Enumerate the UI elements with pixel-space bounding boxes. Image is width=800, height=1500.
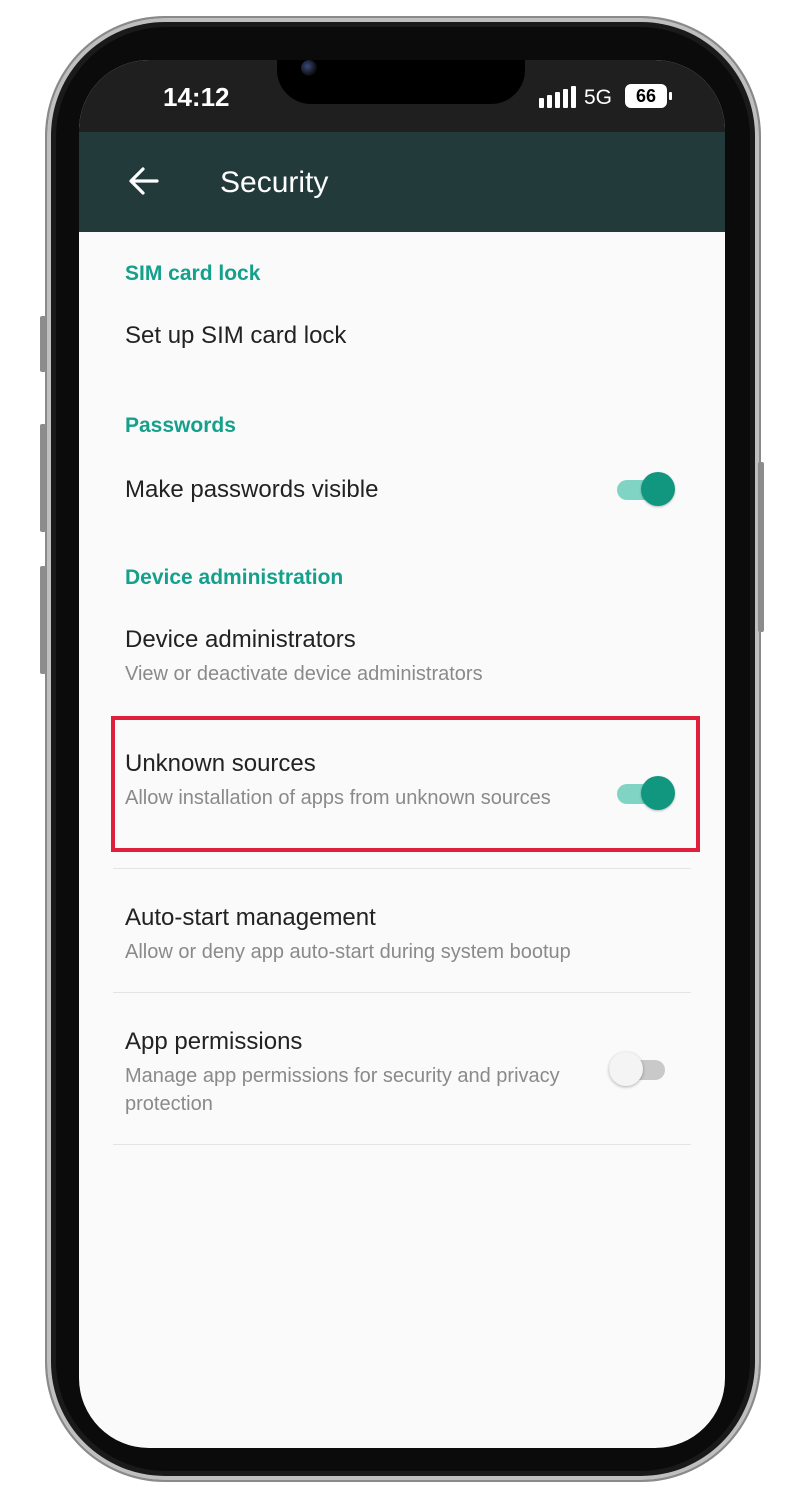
app-bar: Security: [79, 132, 725, 232]
notch: [277, 60, 525, 104]
divider: [113, 992, 691, 993]
divider: [113, 1144, 691, 1145]
setting-passwords-visible[interactable]: Make passwords visible: [79, 452, 725, 526]
highlight-box: [111, 716, 700, 852]
toggle-thumb: [609, 1052, 643, 1086]
battery-tip: [669, 92, 672, 100]
front-camera-icon: [301, 60, 317, 76]
setting-title: Make passwords visible: [125, 476, 379, 503]
battery-icon: 66: [625, 84, 667, 108]
section-header-device-administration: Device administration: [125, 566, 344, 589]
toggle-thumb: [641, 472, 675, 506]
setting-subtitle: View or deactivate device administrators: [125, 663, 483, 685]
setting-title: Set up SIM card lock: [125, 322, 347, 349]
section-header-passwords: Passwords: [125, 414, 236, 437]
setting-subtitle: Allow or deny app auto-start during syst…: [125, 941, 571, 963]
page-title: Security: [220, 166, 329, 199]
setting-sim-lock[interactable]: Set up SIM card lock: [79, 300, 725, 374]
volume-down-button: [40, 566, 46, 674]
app-permissions-toggle[interactable]: [609, 1052, 667, 1086]
volume-up-button: [40, 424, 46, 532]
mute-switch: [40, 316, 46, 372]
setting-title: Auto-start management: [125, 904, 376, 931]
status-time: 14:12: [163, 82, 230, 112]
power-button: [758, 462, 764, 632]
setting-auto-start-management[interactable]: Auto-start management Allow or deny app …: [79, 880, 725, 990]
network-type: 5G: [584, 86, 613, 109]
passwords-visible-toggle[interactable]: [617, 472, 675, 506]
section-header-sim-card-lock: SIM card lock: [125, 262, 261, 285]
status-bar: 14:12 5G 66: [79, 60, 725, 132]
signal-bars-icon: [539, 86, 576, 108]
setting-device-administrators[interactable]: Device administrators View or deactivate…: [79, 604, 725, 694]
setting-app-permissions[interactable]: App permissions Manage app permissions f…: [79, 1004, 725, 1140]
setting-title: App permissions: [125, 1028, 303, 1055]
battery-level: 66: [635, 86, 657, 106]
arrow-left-icon[interactable]: [127, 166, 161, 196]
divider: [113, 868, 691, 869]
setting-subtitle: Manage app permissions for security and …: [125, 1065, 560, 1115]
setting-title: Device administrators: [125, 626, 356, 653]
phone-screen: 14:12 5G 66 Security SIM card lock Set u…: [79, 60, 725, 1448]
